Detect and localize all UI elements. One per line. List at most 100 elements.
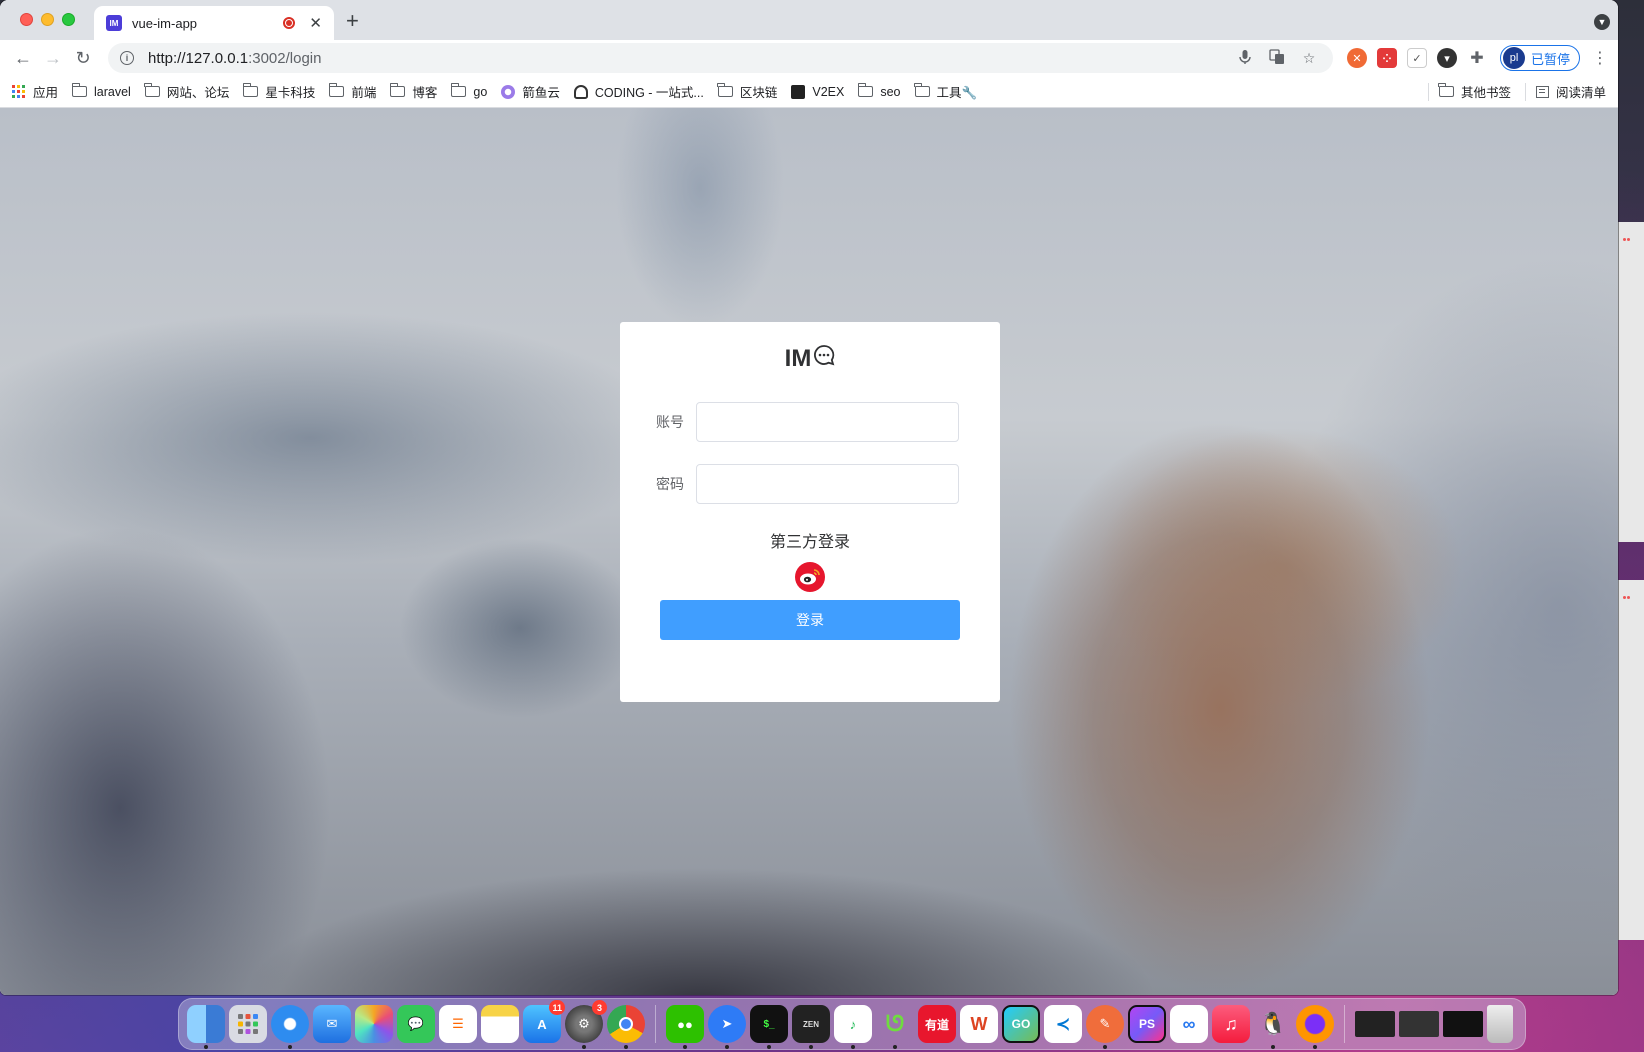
notification-badge: 11: [549, 1000, 565, 1015]
chrome-icon[interactable]: [607, 1005, 645, 1049]
url-text[interactable]: http://127.0.0.1:3002/login: [148, 50, 1225, 67]
extension-icon[interactable]: ▾: [1437, 48, 1457, 68]
mail-icon[interactable]: ✉: [313, 1005, 351, 1043]
music-icon[interactable]: ♫: [1212, 1005, 1250, 1043]
bookmark-other[interactable]: 其他书签: [1438, 82, 1511, 101]
browser-tab[interactable]: IM vue-im-app ✕: [94, 6, 334, 40]
trash-icon[interactable]: [1487, 1005, 1513, 1043]
bookmark-star-icon[interactable]: ☆: [1297, 50, 1321, 67]
reading-list-button[interactable]: 阅读清单: [1535, 82, 1606, 101]
page-viewport: IM 账号 密码 第三方登录 登录: [0, 108, 1618, 995]
extension-icon[interactable]: ⁘: [1377, 48, 1397, 68]
weibo-login-icon[interactable]: [795, 562, 825, 592]
vim-icon[interactable]: ᘎ: [876, 1005, 914, 1049]
background-window: [1618, 580, 1644, 940]
wechat-icon[interactable]: ●●: [666, 1005, 704, 1049]
folder-icon: [450, 83, 467, 97]
tab-bar: IM vue-im-app ✕ + ▼: [0, 0, 1618, 40]
site-info-icon[interactable]: i: [120, 51, 134, 65]
bookmark-xingka[interactable]: 星卡科技: [242, 82, 315, 101]
qq-icon[interactable]: 🐧: [1254, 1005, 1292, 1049]
microphone-icon[interactable]: [1233, 49, 1257, 68]
finder-icon[interactable]: [187, 1005, 225, 1049]
translate-icon[interactable]: [1265, 48, 1289, 68]
dingtalk-icon[interactable]: ➤: [708, 1005, 746, 1049]
minimized-window-thumbnail[interactable]: [1399, 1011, 1439, 1037]
phpstorm-icon[interactable]: PS: [1128, 1005, 1166, 1043]
dock-divider: [1344, 1005, 1345, 1043]
profile-button[interactable]: pl 已暂停: [1500, 45, 1580, 71]
dock-divider: [655, 1005, 656, 1043]
tab-search-icon[interactable]: ▼: [1594, 14, 1610, 30]
goland-icon[interactable]: GO: [1002, 1005, 1040, 1043]
vscode-icon[interactable]: ≺: [1044, 1005, 1082, 1043]
tab-favicon-icon: IM: [106, 15, 122, 31]
window-controls: [20, 13, 75, 26]
account-label: 账号: [656, 414, 684, 430]
dock: ✉ 💬 ☰ A 11 ⚙ 3 ●● ➤ $_ ZEN ♪ ᘎ 有道 W GO ≺ ✎…: [178, 998, 1526, 1050]
v2ex-icon: [791, 84, 806, 99]
bookmark-go[interactable]: go: [450, 83, 487, 99]
safari-icon[interactable]: [271, 1005, 309, 1049]
launchpad-icon[interactable]: [229, 1005, 267, 1043]
back-button[interactable]: ←: [8, 43, 38, 73]
baidu-netdisk-icon[interactable]: ∞: [1170, 1005, 1208, 1043]
bookmark-blockchain[interactable]: 区块链: [717, 82, 777, 101]
coding-icon: [573, 84, 588, 99]
bookmark-forums[interactable]: 网站、论坛: [144, 82, 229, 101]
forward-button[interactable]: →: [38, 43, 68, 73]
close-tab-icon[interactable]: ✕: [309, 14, 322, 32]
bookmark-coding[interactable]: CODING - 一站式...: [573, 82, 704, 101]
bookmark-laravel[interactable]: laravel: [71, 83, 131, 99]
divider: [1427, 82, 1429, 101]
minimized-window-thumbnail[interactable]: [1355, 1011, 1395, 1037]
firefox-icon[interactable]: [1296, 1005, 1334, 1049]
extension-icon[interactable]: ✕: [1347, 48, 1367, 68]
fullscreen-window-button[interactable]: [62, 13, 75, 26]
qq-music-icon[interactable]: ♪: [834, 1005, 872, 1049]
extensions-puzzle-icon[interactable]: ✚: [1467, 48, 1487, 68]
notes-icon[interactable]: [481, 1005, 519, 1043]
bookmarks-bar: 应用 laravel 网站、论坛 星卡科技 前端 博客 go 箭鱼云 CODIN…: [0, 76, 1618, 108]
system-preferences-icon[interactable]: ⚙ 3: [565, 1000, 607, 1049]
folder-icon: [857, 83, 874, 97]
reminders-icon[interactable]: ☰: [439, 1005, 477, 1043]
terminal-icon[interactable]: $_: [750, 1005, 788, 1049]
bookmark-seo[interactable]: seo: [857, 83, 901, 99]
close-window-button[interactable]: [20, 13, 33, 26]
third-party-login-title: 第三方登录: [769, 534, 850, 551]
zenterm-icon[interactable]: ZEN: [792, 1005, 830, 1049]
postman-icon[interactable]: ✎: [1086, 1005, 1124, 1049]
wps-icon[interactable]: W: [960, 1005, 998, 1043]
recording-icon: [283, 17, 296, 29]
bookmark-apps[interactable]: 应用: [12, 82, 58, 101]
minimized-window-thumbnail[interactable]: [1443, 1011, 1483, 1037]
account-row: 账号: [656, 402, 964, 442]
password-input[interactable]: [696, 464, 959, 504]
reading-list-icon: [1535, 85, 1549, 98]
bookmark-frontend[interactable]: 前端: [328, 82, 376, 101]
folder-icon: [144, 83, 160, 97]
divider: [1524, 82, 1526, 101]
address-bar[interactable]: i http://127.0.0.1:3002/login ☆: [108, 43, 1333, 73]
app-store-icon[interactable]: A 11: [523, 1000, 565, 1043]
reload-button[interactable]: ↻: [68, 43, 98, 73]
brand-logo: IM: [620, 344, 1000, 373]
bookmark-blog[interactable]: 博客: [389, 82, 437, 101]
minimize-window-button[interactable]: [41, 13, 54, 26]
new-tab-button[interactable]: +: [346, 8, 359, 34]
messages-icon[interactable]: 💬: [397, 1005, 435, 1043]
account-input[interactable]: [696, 402, 959, 442]
browser-menu-icon[interactable]: ⋮: [1592, 48, 1608, 68]
bookmark-jianyuyun[interactable]: 箭鱼云: [501, 82, 560, 101]
youdao-icon[interactable]: 有道: [918, 1005, 956, 1043]
password-row: 密码: [656, 464, 964, 504]
brand-title: IM: [784, 344, 812, 372]
photos-icon[interactable]: [355, 1005, 393, 1043]
folder-icon: [328, 83, 345, 97]
notification-badge: 3: [592, 1000, 607, 1015]
login-button[interactable]: 登录: [660, 600, 960, 640]
extension-icon[interactable]: ✓: [1407, 48, 1427, 68]
bookmark-tools[interactable]: 工具🔧: [914, 82, 977, 101]
bookmark-v2ex[interactable]: V2EX: [791, 84, 844, 99]
